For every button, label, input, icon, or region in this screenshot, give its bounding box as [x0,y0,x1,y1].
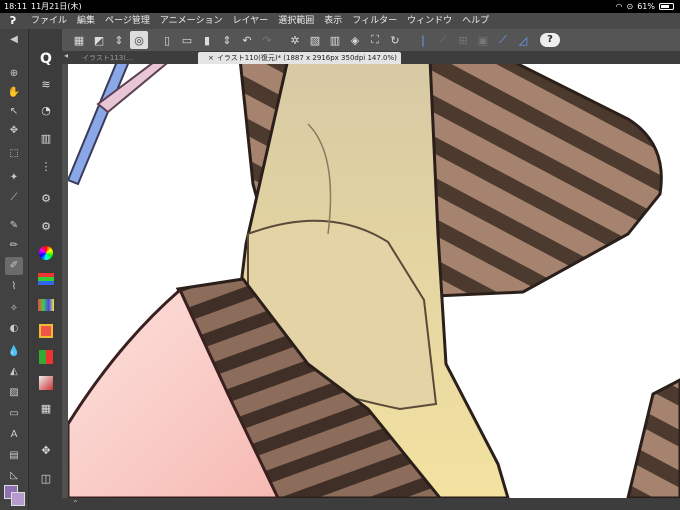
status-bar: 18:11 11月21日(木) ◠ ⊙ 61% [0,0,680,13]
eraser-icon[interactable]: ◐ [5,320,23,338]
perspective-snap-icon[interactable]: ▣ [474,31,492,49]
drawing-canvas[interactable] [62,64,680,498]
tab-illust-113[interactable]: イラスト113(… [72,52,137,64]
brush-icon[interactable]: ✐ [5,257,23,275]
tool-property-icon[interactable]: ⚙ [36,189,56,209]
color-history-icon[interactable] [36,373,56,393]
help-button[interactable]: ? [540,33,560,47]
menu-bar: ʔ ファイル 編集 ページ管理 アニメーション レイヤー 選択範囲 表示 フィル… [0,13,680,29]
tab-illust-110[interactable]: × イラスト110(復元)* (1887 x 2916px 350dpi 147.… [198,52,401,64]
command-bar: ▦ ◩ ⇕ ◎ ▯ ▭ ▮ ⇕ ↶ ↷ ✲ ▧ ▥ ◈ ⛶ ↻ ❘ ⟋ ⊞ ▣ … [62,29,680,51]
hand-icon[interactable]: ✋ [5,84,23,102]
menu-selection[interactable]: 選択範囲 [273,13,319,29]
blend-icon[interactable]: 💧 [5,343,23,361]
layers-icon[interactable]: ≋ [36,75,56,95]
gradient-icon[interactable]: ▨ [5,384,23,402]
transform-icon[interactable]: ⛶ [366,31,384,49]
search-icon[interactable]: Q [36,49,56,69]
save-stepper-icon[interactable]: ⇕ [218,31,236,49]
text-tool-icon[interactable]: A [5,426,23,444]
sub-view-icon[interactable]: ✥ [36,441,56,461]
smoothing-icon[interactable]: ⟋ [494,31,512,49]
operation-icon[interactable]: ↖ [5,103,23,121]
pencil-icon[interactable]: ✏ [5,237,23,255]
frame-icon[interactable]: ▤ [5,447,23,465]
new-file-icon[interactable]: ▯ [158,31,176,49]
stepper-icon[interactable]: ⇕ [110,31,128,49]
pen-pressure-icon[interactable]: ❘ [414,31,432,49]
reference-icon[interactable]: ▦ [36,399,56,419]
open-file-icon[interactable]: ▭ [178,31,196,49]
orientation-lock-icon: ⊙ [626,2,634,11]
loading-icon[interactable]: ✲ [286,31,304,49]
save-icon[interactable]: ▮ [198,31,216,49]
menu-layer[interactable]: レイヤー [228,13,274,29]
animation-icon[interactable]: ▥ [36,129,56,149]
color-set-icon[interactable] [36,295,56,315]
tab-close-icon[interactable]: × [208,54,214,62]
battery-percent: 61% [637,2,655,11]
menu-window[interactable]: ウィンドウ [402,13,457,29]
fill-icon[interactable]: ◈ [346,31,364,49]
zoom-icon[interactable]: ⊕ [5,65,23,83]
move-layer-icon[interactable]: ✥ [5,122,23,140]
decoration-icon[interactable]: ✧ [5,300,23,318]
navigator-icon[interactable]: ◔ [36,101,56,121]
panel-collapse-icon[interactable]: ◀ [5,31,23,49]
fill-tool-icon[interactable]: ◭ [5,363,23,381]
menu-help[interactable]: ヘルプ [457,13,494,29]
menu-filter[interactable]: フィルター [347,13,402,29]
new-canvas-icon[interactable]: ◩ [90,31,108,49]
grid-view-icon[interactable]: ▦ [70,31,88,49]
redo-icon[interactable]: ↷ [258,31,276,49]
status-time: 18:11 [4,2,28,11]
color-swatches[interactable] [4,485,25,507]
grid-snap-icon[interactable]: ⊞ [454,31,472,49]
battery-icon [659,3,674,10]
stabilizer-icon[interactable]: ◿ [514,31,532,49]
menu-edit[interactable]: 編集 [72,13,100,29]
app-logo[interactable]: ʔ [0,13,26,29]
sub-tool-icon[interactable]: ⋮ [36,157,56,177]
color-wheel-icon[interactable] [36,243,56,263]
quick-access-icon[interactable]: ◎ [130,31,148,49]
clear-outside-icon[interactable]: ▥ [326,31,344,49]
tab-active-label: イラスト110(復元)* (1887 x 2916px 350dpi 147.0… [216,54,397,62]
color-slider-icon[interactable] [36,269,56,289]
palette-column: Q ≋ ◔ ▥ ⋮ ⚙ ⚙ ▦ ✥ ◫ [28,29,62,510]
tab-scroll-icon[interactable]: ◂ [64,51,68,60]
material-icon[interactable]: ◫ [36,469,56,489]
selection-icon[interactable]: ⬚ [5,145,23,163]
tool-palette: ◀ ⊕ ✋ ↖ ✥ ⬚ ✦ ⟋ ✎ ✏ ✐ ⌇ ✧ ◐ 💧 ◭ ▨ ▭ A ▤ … [0,29,28,510]
similar-color-icon[interactable] [36,347,56,367]
rotate-icon[interactable]: ↻ [386,31,404,49]
ruler-icon[interactable]: ◺ [5,467,23,485]
figure-icon[interactable]: ▭ [5,405,23,423]
wifi-icon: ◠ [615,2,623,11]
sub-color-swatch[interactable] [11,492,25,506]
auto-select-icon[interactable]: ✦ [5,169,23,187]
menu-file[interactable]: ファイル [26,13,72,29]
intermediate-color-icon[interactable] [36,321,56,341]
menu-animation[interactable]: アニメーション [155,13,228,29]
status-right: ◠ ⊙ 61% [616,0,674,13]
brush-size-icon[interactable]: ⚙ [36,217,56,237]
collapse-up-icon[interactable]: ⌃ [72,499,79,508]
bottom-bar: ⌃ [62,498,680,510]
ruler-snap-icon[interactable]: ⟋ [434,31,452,49]
eyedropper-icon[interactable]: ⟋ [5,189,23,207]
clear-icon[interactable]: ▧ [306,31,324,49]
undo-icon[interactable]: ↶ [238,31,256,49]
pen-icon[interactable]: ✎ [5,217,23,235]
menu-view[interactable]: 表示 [319,13,347,29]
status-date: 11月21日(木) [31,2,82,11]
airbrush-icon[interactable]: ⌇ [5,278,23,296]
artwork [68,64,680,498]
document-tabs: ◂ イラスト113(… × イラスト110(復元)* (1887 x 2916px… [62,51,680,64]
menu-page[interactable]: ページ管理 [100,13,155,29]
